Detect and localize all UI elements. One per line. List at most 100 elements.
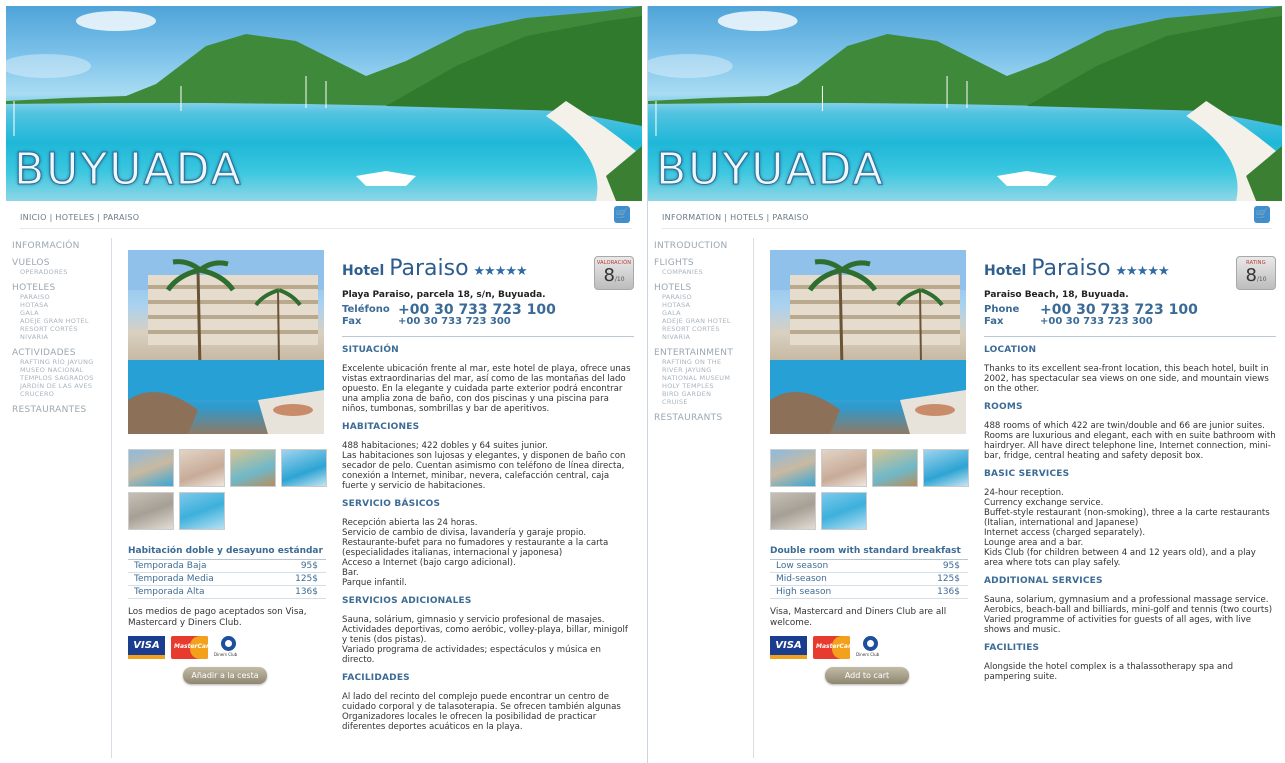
sidebar-section[interactable]: RESTAURANTES <box>12 405 111 415</box>
sidebar-item[interactable]: OPERADORES <box>12 268 111 276</box>
room-title: Habitación doble y desayuno estándar <box>128 546 326 560</box>
section-body: Excelente ubicación frente al mar, este … <box>342 364 634 414</box>
fax-number: +00 30 733 723 300 <box>398 316 511 327</box>
section-heading: SITUACIÓN <box>342 345 399 355</box>
section-heading: LOCATION <box>984 345 1037 355</box>
add-to-cart-button[interactable]: Add to cart <box>825 667 909 684</box>
fax-label: Fax <box>984 316 1004 327</box>
sidebar-item[interactable]: RIVER JAYUNG <box>654 366 753 374</box>
sidebar-item[interactable]: HOLY TEMPLES <box>654 382 753 390</box>
sidebar-section[interactable]: INTRODUCTION <box>654 241 753 251</box>
sidebar-section[interactable]: VUELOS <box>12 258 111 268</box>
section-body: Al lado del recinto del complejo puede e… <box>342 692 634 732</box>
breadcrumb: INICIO | HOTELES | PARAISO 🛒 <box>20 206 632 229</box>
section-line: Al lado del recinto del complejo puede e… <box>342 692 621 732</box>
thumbnail-image[interactable] <box>230 449 276 487</box>
sidebar-item[interactable]: HOTASA <box>12 301 111 309</box>
breadcrumb-text[interactable]: INICIO | HOTELES | PARAISO <box>20 207 139 222</box>
diners-club-logo: Diners Club <box>856 636 886 659</box>
rating-scale: /10 <box>614 276 625 283</box>
section-body: Sauna, solarium, gymnasium and a profess… <box>984 595 1276 635</box>
section-line: Currency exchange service. <box>984 498 1104 508</box>
thumbnail-image[interactable] <box>128 449 174 487</box>
sidebar-section[interactable]: INFORMACIÓN <box>12 241 111 251</box>
season-row: Temporada Baja 95$ <box>128 560 326 573</box>
sidebar-section[interactable]: ACTIVIDADES <box>12 348 111 358</box>
nav-gap <box>654 423 753 427</box>
fax-label: Fax <box>342 316 362 327</box>
sidebar-item[interactable]: NATIONAL MUSEUM <box>654 374 753 382</box>
season-name: Temporada Alta <box>134 587 205 597</box>
section-line: Servicio de cambio de divisa, lavandería… <box>342 528 587 538</box>
visa-logo: VISA <box>128 636 165 659</box>
sidebar-section[interactable]: ENTERTAINMENT <box>654 348 753 358</box>
sidebar-section[interactable]: HOTELS <box>654 283 753 293</box>
shopping-cart-icon[interactable]: 🛒 <box>614 206 630 223</box>
diners-club-logo: Diners Club <box>214 636 244 659</box>
sidebar-item[interactable]: RESORT CORTÉS <box>654 325 753 333</box>
sidebar-item[interactable]: PARAISO <box>12 293 111 301</box>
thumbnail-image[interactable] <box>179 492 225 530</box>
sidebar-item[interactable]: NIVARIA <box>654 333 753 341</box>
section-heading: ROOMS <box>984 402 1023 412</box>
sidebar-item[interactable]: CRUCERO <box>12 390 111 398</box>
hotel-address: Paraiso Beach, 18, Buyuada. <box>984 290 1129 300</box>
sidebar-item[interactable]: MUSEO NACIONAL <box>12 366 111 374</box>
sidebar-item[interactable]: ADEJE GRAN HOTEL <box>654 317 753 325</box>
nav-gap <box>12 276 111 280</box>
season-row: Temporada Media 125$ <box>128 573 326 586</box>
season-name: Temporada Baja <box>134 561 207 571</box>
thumbnail-image[interactable] <box>821 449 867 487</box>
phone-number: +00 30 733 723 100 <box>398 302 556 318</box>
sidebar-item[interactable]: JARDÍN DE LAS AVES <box>12 382 111 390</box>
sidebar-item[interactable]: NIVARIA <box>12 333 111 341</box>
section-line: Aerobics, beach-ball and billiards, mini… <box>984 605 1273 615</box>
shopping-cart-icon[interactable]: 🛒 <box>1254 206 1270 223</box>
season-price: 95$ <box>300 561 318 571</box>
sidebar-item[interactable]: RESORT CORTÉS <box>12 325 111 333</box>
sidebar-item[interactable]: GALA <box>12 309 111 317</box>
season-row: Temporada Alta 136$ <box>128 586 326 599</box>
sidebar-item[interactable]: ADEJE GRAN HOTEL <box>12 317 111 325</box>
thumbnail-image[interactable] <box>821 492 867 530</box>
section-line: Variado programa de actividades; espectá… <box>342 645 601 665</box>
thumbnail-image[interactable] <box>770 449 816 487</box>
thumbnail-image[interactable] <box>281 449 327 487</box>
header-banner: BUYUADA <box>648 6 1282 201</box>
sidebar-item[interactable]: RAFTING ON THE <box>654 358 753 366</box>
thumbnail-image[interactable] <box>128 492 174 530</box>
breadcrumb-text[interactable]: INFORMATION | HOTELS | PARAISO <box>662 207 809 222</box>
phone-label: Phone <box>984 304 1020 315</box>
season-row: Low season 95$ <box>770 560 968 573</box>
hotel-details: Hotel Paraiso ★★★★★ VALORACIÓN 8/10 Play… <box>342 256 634 732</box>
section-heading: ADDITIONAL SERVICES <box>984 576 1103 586</box>
section-heading: FACILITIES <box>984 643 1040 653</box>
section-line: Acceso a Internet (bajo cargo adicional)… <box>342 558 516 568</box>
sidebar-item[interactable]: GALA <box>654 309 753 317</box>
sidebar-section[interactable]: FLIGHTS <box>654 258 753 268</box>
sidebar-item[interactable]: COMPANIES <box>654 268 753 276</box>
section-line: Parque infantil. <box>342 578 407 588</box>
thumbnail-image[interactable] <box>923 449 969 487</box>
thumbnail-image[interactable] <box>770 492 816 530</box>
rating-scale: /10 <box>1256 276 1267 283</box>
section-line: Actividades deportivas, como aeróbic, vo… <box>342 625 628 645</box>
contact-info: Teléfono +00 30 733 723 100 Fax +00 30 733… <box>342 302 634 328</box>
rating-badge: RATING 8/10 <box>1236 256 1276 290</box>
sidebar-item[interactable]: RAFTING RÍO JAYUNG <box>12 358 111 366</box>
sidebar-item[interactable]: PARAISO <box>654 293 753 301</box>
mastercard-logo: MasterCard <box>171 636 208 659</box>
sidebar-item[interactable]: HOTASA <box>654 301 753 309</box>
thumbnail-image[interactable] <box>179 449 225 487</box>
sidebar-item[interactable]: CRUISE <box>654 398 753 406</box>
section-body: 488 rooms of which 422 are twin/double a… <box>984 421 1276 461</box>
english-page: BUYUADA INFORMATION | HOTELS | PARAISO 🛒… <box>647 6 1282 763</box>
hotel-heading: Hotel Paraiso ★★★★★ <box>342 256 634 281</box>
thumbnail-image[interactable] <box>872 449 918 487</box>
image-column: Habitación doble y desayuno estándar Tem… <box>128 250 327 684</box>
sidebar-item[interactable]: TEMPLOS SAGRADOS <box>12 374 111 382</box>
sidebar-section[interactable]: HOTELES <box>12 283 111 293</box>
sidebar-item[interactable]: BIRD GARDEN <box>654 390 753 398</box>
add-to-cart-button[interactable]: Añadir a la cesta <box>183 667 267 684</box>
sidebar-section[interactable]: RESTAURANTS <box>654 413 753 423</box>
